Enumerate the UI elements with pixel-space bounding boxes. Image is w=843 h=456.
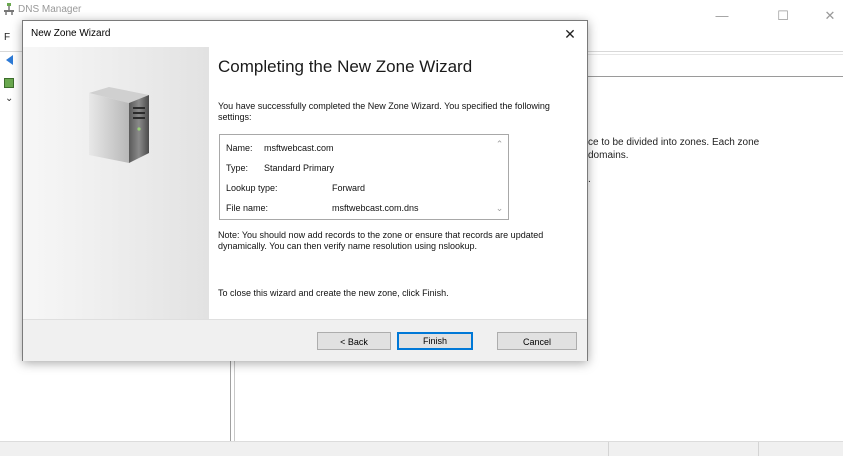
settings-summary-box[interactable]: Name: msftwebcast.com Type: Standard Pri… [219,134,509,220]
toolbar-area [586,54,843,69]
vertical-scrollbar[interactable]: ⌃ ⌄ [491,135,508,219]
description-line-3: . [588,174,591,185]
cancel-button[interactable]: Cancel [497,332,577,350]
details-header-line [586,76,843,77]
dialog-footer: < Back Finish Cancel [23,319,587,361]
setting-value: msftwebcast.com.dns [332,203,419,213]
finish-button[interactable]: Finish [397,332,473,350]
chevron-down-icon[interactable]: ⌄ [5,93,13,104]
tree-node-icon[interactable] [4,78,14,88]
setting-label: Type: [226,163,249,173]
setting-value: Forward [332,183,366,193]
intro-text: You have successfully completed the New … [218,101,550,122]
wizard-side-panel [23,47,209,319]
dialog-titlebar[interactable]: New Zone Wizard ✕ [23,21,587,47]
setting-label: File name: [226,203,269,213]
description-line-2: domains. [588,150,629,161]
new-zone-wizard-dialog: New Zone Wizard ✕ Completing the New Zon… [22,20,588,361]
status-cell [608,442,759,456]
setting-value: msftwebcast.com [264,143,334,153]
dns-icon [4,3,14,15]
scroll-down-icon[interactable]: ⌄ [495,203,504,213]
page-title: Completing the New Zone Wizard [218,57,473,76]
maximize-button[interactable]: ☐ [763,2,803,30]
app-title: DNS Manager [18,4,82,15]
setting-value: Standard Primary [264,163,335,173]
dialog-title: New Zone Wizard [31,28,111,39]
menu-file[interactable]: F [4,32,10,43]
dns-manager-titlebar: DNS Manager — ☐ ✕ [0,0,843,23]
server-icon [89,87,149,163]
status-cell [758,442,843,456]
back-arrow-icon[interactable] [6,55,13,65]
note-text: Note: You should now add records to the … [218,230,544,251]
back-button[interactable]: < Back [317,332,391,350]
setting-label: Name: [226,143,253,153]
description-line-1: ce to be divided into zones. Each zone [588,137,760,148]
minimize-button[interactable]: — [702,2,742,30]
setting-label: Lookup type: [226,183,278,193]
close-icon[interactable]: ✕ [557,23,583,45]
scroll-up-icon[interactable]: ⌃ [495,139,504,149]
finish-instruction: To close this wizard and create the new … [218,288,449,298]
close-window-button[interactable]: ✕ [810,2,843,30]
status-bar [0,441,843,456]
